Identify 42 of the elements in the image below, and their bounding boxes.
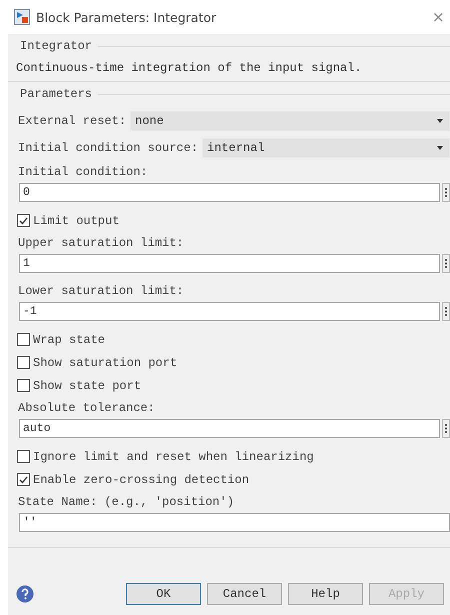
app-icon xyxy=(14,9,30,25)
more-options-button[interactable] xyxy=(442,419,450,438)
checkbox[interactable] xyxy=(17,450,30,463)
dialog-button[interactable]: OK xyxy=(126,583,201,605)
checkbox[interactable] xyxy=(17,473,30,486)
checkbox-label: Ignore limit and reset when linearizing xyxy=(33,450,314,464)
field-label: Lower saturation limit: xyxy=(18,284,184,298)
dropdown[interactable]: internal xyxy=(202,138,450,158)
dropdown-arrow-icon xyxy=(437,146,443,150)
dropdown[interactable]: none xyxy=(130,110,450,130)
block-description: Continuous-time integration of the input signal. xyxy=(15,60,363,77)
input-field[interactable]: 1 xyxy=(19,254,440,273)
dialog-button[interactable]: Cancel xyxy=(207,583,282,605)
help-icon[interactable] xyxy=(16,585,34,603)
group-title: Integrator xyxy=(19,39,94,53)
group-title: Parameters xyxy=(19,87,94,101)
checkbox-label: Show saturation port xyxy=(33,356,178,370)
dropdown-arrow-icon xyxy=(437,118,443,122)
field-label: Absolute tolerance: xyxy=(18,401,155,415)
more-options-button[interactable] xyxy=(442,254,450,273)
field-label: External reset: xyxy=(18,114,126,128)
input-field[interactable]: '' xyxy=(19,513,450,532)
checkbox-label: Show state port xyxy=(33,378,142,392)
field-label: State Name: (e.g., 'position') xyxy=(18,495,234,509)
input-field[interactable]: 0 xyxy=(19,183,440,202)
field-label: Initial condition source: xyxy=(18,140,198,154)
input-field[interactable]: -1 xyxy=(19,302,440,321)
field-label: Upper saturation limit: xyxy=(18,236,184,250)
checkbox[interactable] xyxy=(17,356,30,369)
close-button[interactable]: × xyxy=(432,8,448,26)
checkbox-label: Enable zero-crossing detection xyxy=(33,472,250,486)
checkbox[interactable] xyxy=(17,214,30,227)
checkbox-label: Limit output xyxy=(33,214,120,228)
dialog-button[interactable]: Help xyxy=(288,583,363,605)
checkbox[interactable] xyxy=(17,379,30,392)
more-options-button[interactable] xyxy=(442,183,450,202)
checkbox[interactable] xyxy=(17,333,30,346)
field-label: Initial condition: xyxy=(18,165,148,179)
checkbox-label: Wrap state xyxy=(33,332,106,346)
input-field[interactable]: auto xyxy=(19,419,440,438)
more-options-button[interactable] xyxy=(442,302,450,321)
window-title: Block Parameters: Integrator xyxy=(36,10,218,24)
